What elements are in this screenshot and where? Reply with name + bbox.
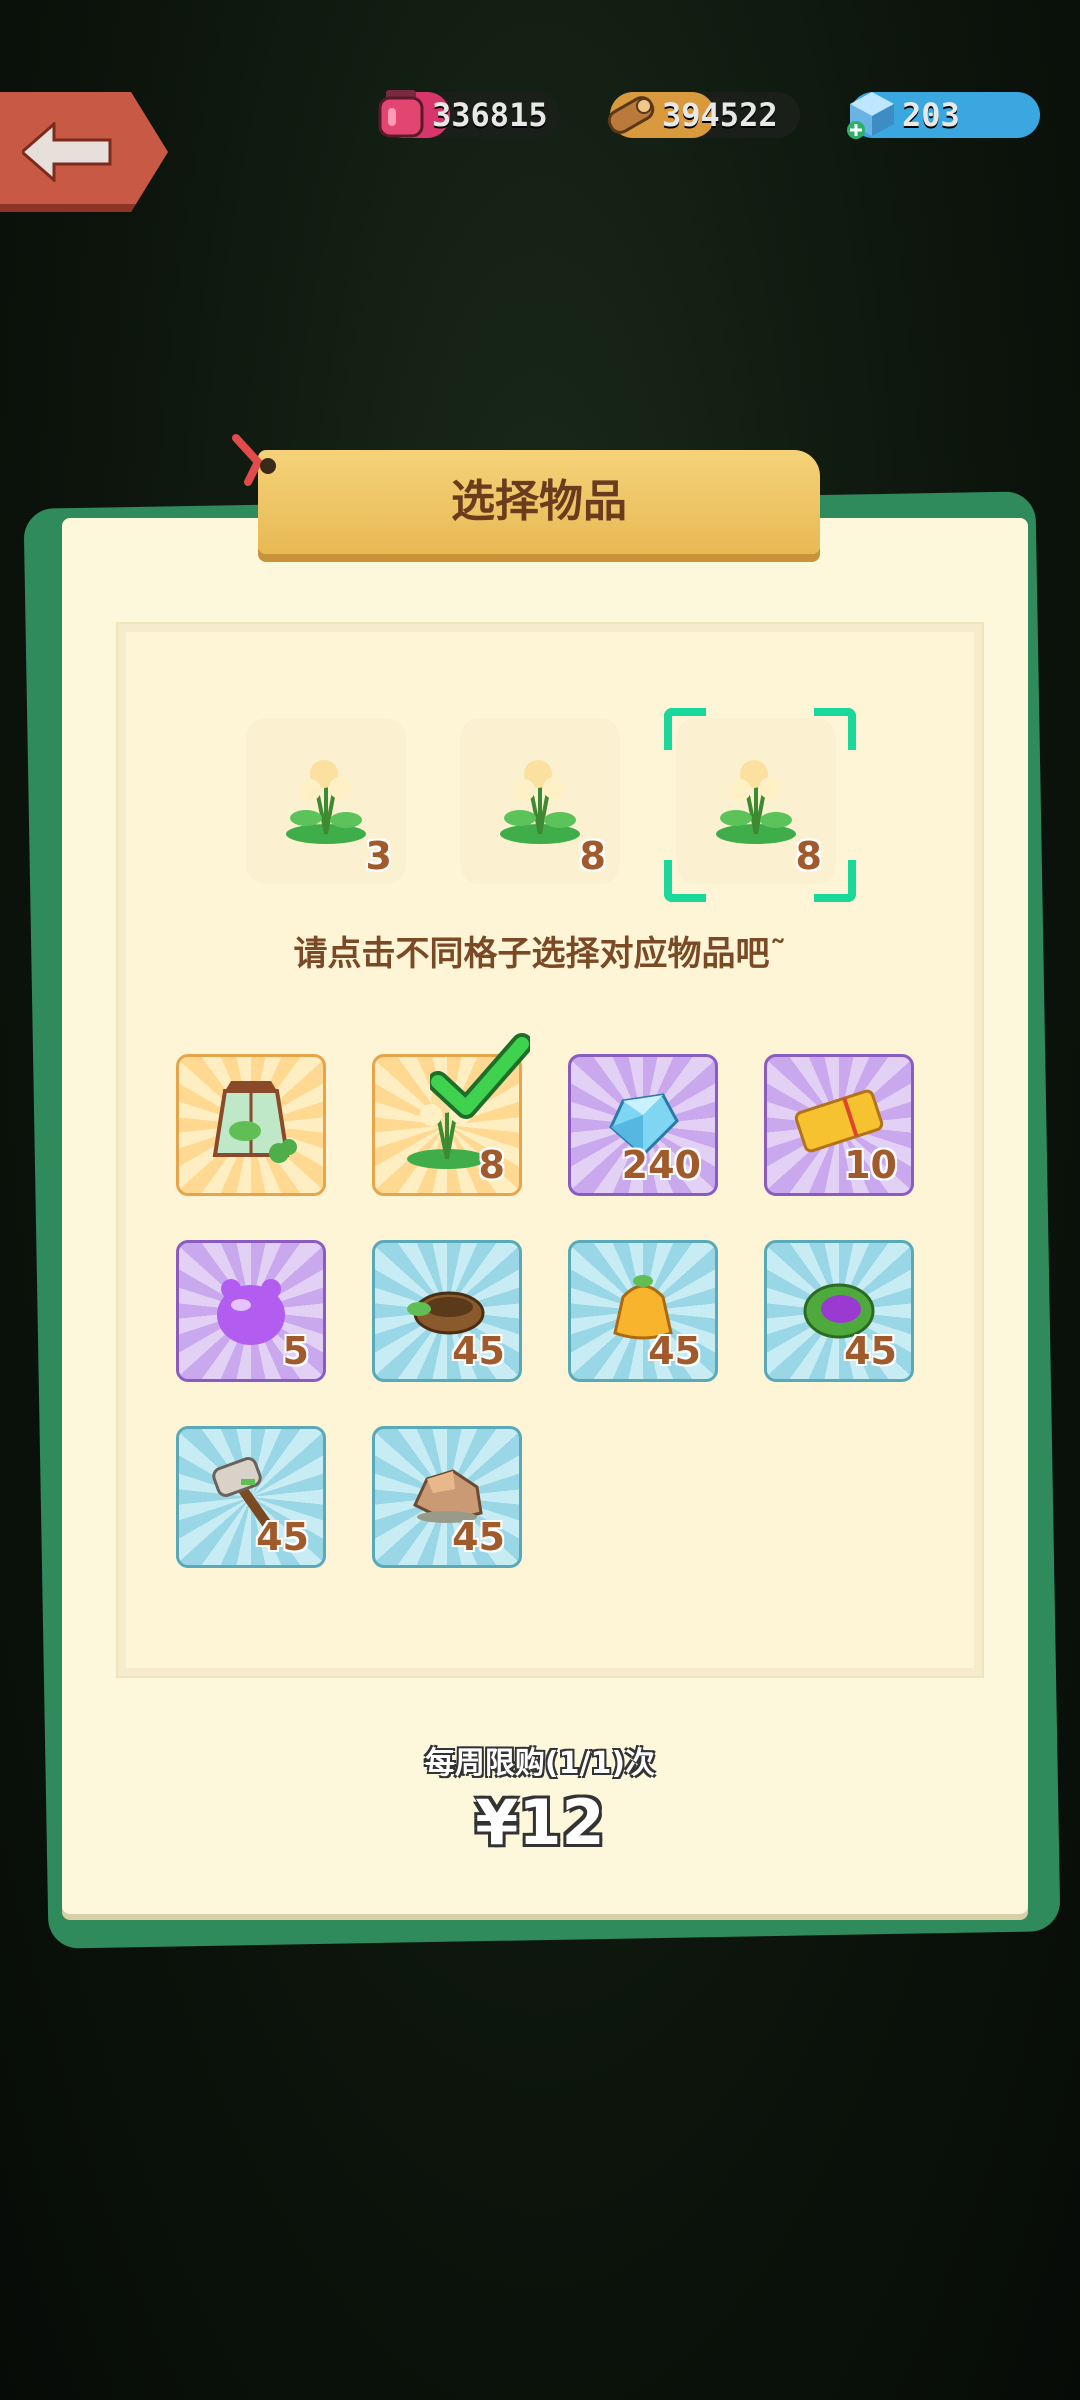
dialog-title: 选择物品 (451, 476, 627, 527)
item-count: 45 (452, 1329, 505, 1373)
selection-bracket-icon (664, 860, 706, 902)
item-lantern-terrarium[interactable] (176, 1054, 326, 1196)
lily-plant-icon (286, 760, 366, 844)
item-count: 5 (282, 1329, 309, 1373)
selection-slot-2[interactable]: 8 (460, 718, 620, 884)
gem-resource: 203 (847, 92, 1040, 139)
selection-bracket-icon (664, 708, 706, 750)
slot-count: 8 (579, 834, 606, 878)
item-stone[interactable]: 45 (372, 1426, 522, 1568)
lily-plant-icon (500, 760, 580, 844)
buy-price-button[interactable]: ¥12 (0, 1786, 1080, 1859)
potion-resource: 336815 (378, 90, 560, 138)
lily-plant-icon (716, 760, 796, 844)
wood-resource: 394522 (607, 92, 800, 138)
item-count: 240 (621, 1143, 701, 1187)
item-count: 45 (844, 1329, 897, 1373)
item-count: 8 (478, 1143, 505, 1187)
item-purple-slime[interactable]: 5 (176, 1240, 326, 1382)
item-purple-leaf-pouch[interactable]: 45 (764, 1240, 914, 1382)
item-nest[interactable]: 45 (372, 1240, 522, 1382)
item-count: 45 (452, 1515, 505, 1559)
potion-count: 336815 (432, 96, 548, 134)
item-count: 10 (844, 1143, 897, 1187)
potion-jar-icon (378, 90, 424, 138)
item-count: 45 (256, 1515, 309, 1559)
wood-count: 394522 (662, 96, 778, 134)
checkmark-icon (430, 1033, 530, 1119)
selection-slot-1[interactable]: 3 (246, 718, 406, 884)
gem-count: 203 (902, 96, 960, 134)
wood-log-icon (607, 96, 655, 134)
selection-hint: 请点击不同格子选择对应物品吧˜ (293, 934, 787, 974)
item-count: 45 (648, 1329, 701, 1373)
selection-bracket-icon (814, 708, 856, 750)
slot-count: 3 (365, 834, 392, 878)
item-diamond[interactable]: 240 (568, 1054, 718, 1196)
back-button[interactable] (0, 92, 168, 212)
selection-bracket-icon (814, 860, 856, 902)
arrow-left-icon (22, 122, 112, 182)
lantern-terrarium-icon (212, 1081, 297, 1163)
item-orange-bag[interactable]: 45 (568, 1240, 718, 1382)
item-golden-ticket[interactable]: 10 (764, 1054, 914, 1196)
dialog-title-tag: 选择物品 (232, 434, 820, 554)
gem-cube-icon (847, 92, 894, 139)
item-hammer[interactable]: 45 (176, 1426, 326, 1568)
weekly-limit: 每周限购(1/1)次 (424, 1746, 656, 1781)
